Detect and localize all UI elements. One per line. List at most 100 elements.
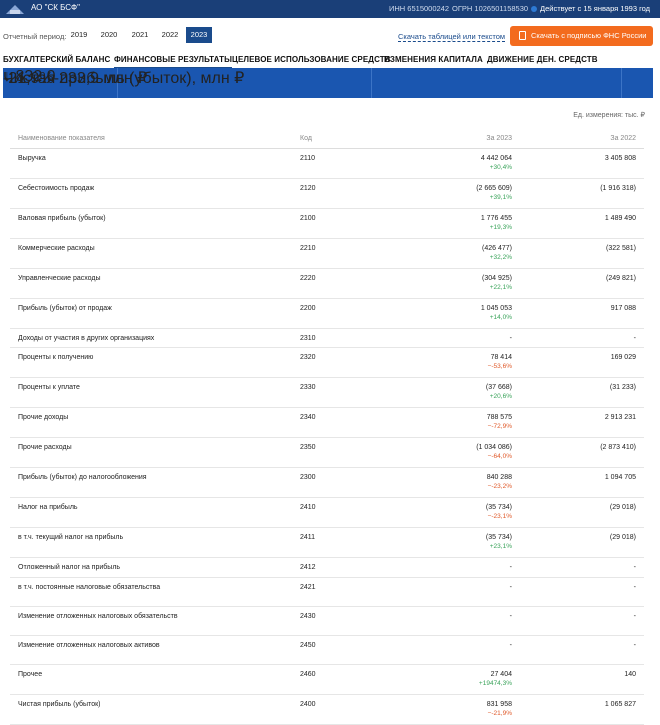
company-logo-icon[interactable]: [4, 2, 26, 16]
change-percent: −-72,9%: [487, 422, 512, 430]
row-value-2023: (35 734) +23,1%: [380, 527, 520, 558]
row-name: Проценты к получению: [10, 347, 300, 378]
row-code: 2330: [300, 377, 380, 408]
row-name: Прибыль (убыток) от продаж: [10, 298, 300, 329]
row-code: 2412: [300, 557, 380, 578]
table-header-row: Наименование показателя Код За 2023 За 2…: [10, 130, 644, 149]
row-value-2023: -: [380, 606, 520, 636]
value-2023: (304 925): [482, 274, 512, 282]
row-value-2022: 3 405 808: [520, 148, 644, 179]
value-2023: 27 404: [490, 670, 512, 678]
row-value-2023: (37 668) +20,6%: [380, 377, 520, 408]
value-2023: 4 442 064: [480, 154, 512, 162]
value-2023: -: [509, 334, 512, 342]
row-value-2022: (2 873 410): [520, 437, 644, 468]
change-percent: +30,4%: [489, 163, 512, 171]
arrow-down-icon: ↓: [3, 68, 11, 85]
table-row: Прочее 2460 27 404 +19474,3% 140: [10, 664, 644, 695]
header-2023: За 2023: [380, 130, 520, 149]
row-name: Прочие доходы: [10, 407, 300, 438]
period-label: Отчетный период:: [3, 32, 67, 41]
row-code: 2350: [300, 437, 380, 468]
row-code: 2320: [300, 347, 380, 378]
row-value-2022: -: [520, 635, 644, 665]
financial-results-table: Наименование показателя Код За 2023 За 2…: [10, 130, 644, 725]
net-profit-delta-abs: -233,9 млн ₽: [53, 70, 148, 87]
row-code: 2220: [300, 268, 380, 299]
row-value-2022: -: [520, 328, 644, 348]
change-percent: −-53,6%: [487, 362, 512, 370]
row-code: 2110: [300, 148, 380, 179]
row-name: Чистая прибыль (убыток): [10, 694, 300, 725]
year-2020[interactable]: 2020: [96, 27, 122, 43]
row-code: 2460: [300, 664, 380, 695]
table-row: Отложенный налог на прибыль 2412 - -: [10, 557, 644, 578]
table-row: Управленческие расходы 2220 (304 925) +22,1…: [10, 268, 644, 299]
tab-target-use[interactable]: ЦЕЛЕВОЕ ИСПОЛЬЗОВАНИЕ СРЕДСТВ: [232, 55, 391, 64]
table-row: Чистая прибыль (убыток) 2400 831 958 −-21,9…: [10, 694, 644, 725]
report-tabs: БУХГАЛТЕРСКИЙ БАЛАНС ФИНАНСОВЫЕ РЕЗУЛЬТА…: [0, 52, 660, 69]
row-code: 2411: [300, 527, 380, 558]
row-code: 2200: [300, 298, 380, 329]
row-code: 2120: [300, 178, 380, 209]
row-code: 2340: [300, 407, 380, 438]
value-2023: -: [509, 583, 512, 591]
row-name: Валовая прибыль (убыток): [10, 208, 300, 239]
row-code: 2100: [300, 208, 380, 239]
value-2023: 831 958: [486, 700, 512, 708]
table-row: Изменение отложенных налоговых обязатель…: [10, 606, 644, 636]
year-2021[interactable]: 2021: [127, 27, 153, 43]
value-2023: 840 288: [486, 473, 512, 481]
since-text: Действует с 15 января 1993 год: [540, 4, 651, 13]
download-signed-label: Скачать с подписью ФНС России: [531, 31, 647, 40]
row-value-2023: -: [380, 635, 520, 665]
row-code: 2430: [300, 606, 380, 636]
table-row: Валовая прибыль (убыток) 2100 1 776 455 +19…: [10, 208, 644, 239]
row-value-2022: 169 029: [520, 347, 644, 378]
value-2023: (2 665 609): [476, 184, 512, 192]
row-name: Отложенный налог на прибыль: [10, 557, 300, 578]
tab-cash-flow[interactable]: ДВИЖЕНИЕ ДЕН. СРЕДСТВ: [487, 55, 598, 64]
row-name: Себестоимость продаж: [10, 178, 300, 209]
tab-balance[interactable]: БУХГАЛТЕРСКИЙ БАЛАНС: [3, 55, 110, 64]
tab-financial-results[interactable]: ФИНАНСОВЫЕ РЕЗУЛЬТАТЫ: [114, 55, 233, 69]
year-2022[interactable]: 2022: [157, 27, 183, 43]
table-row: Проценты к получению 2320 78 414 −-53,6% 169…: [10, 347, 644, 378]
row-code: 2450: [300, 635, 380, 665]
download-table-link[interactable]: Скачать таблицей или текстом: [398, 32, 506, 42]
net-profit-number: 832,0: [15, 68, 56, 85]
table-row: Себестоимость продаж 2120 (2 665 609) +39,1…: [10, 178, 644, 209]
value-2023: (1 034 086): [476, 443, 512, 451]
change-percent: +22,1%: [489, 283, 512, 291]
row-name: в т.ч. постоянные налоговые обязательств…: [10, 577, 300, 607]
row-name: Коммерческие расходы: [10, 238, 300, 269]
value-2023: -: [509, 563, 512, 571]
row-value-2023: 27 404 +19474,3%: [380, 664, 520, 695]
change-percent: +19,3%: [489, 223, 512, 231]
table-row: Доходы от участия в других организациях 2…: [10, 328, 644, 348]
row-value-2022: 1 065 827: [520, 694, 644, 725]
row-value-2022: (1 916 318): [520, 178, 644, 209]
row-value-2022: (31 233): [520, 377, 644, 408]
row-value-2023: 78 414 −-53,6%: [380, 347, 520, 378]
header-name: Наименование показателя: [10, 130, 300, 149]
table-row: Выручка 2110 4 442 064 +30,4% 3 405 808: [10, 148, 644, 179]
row-name: Доходы от участия в других организациях: [10, 328, 300, 348]
tab-capital-changes[interactable]: ИЗМЕНЕНИЯ КАПИТАЛА: [384, 55, 483, 64]
status-active: Действует с 15 января 1993 год: [531, 4, 650, 13]
change-percent: +32,2%: [489, 253, 512, 261]
banner-cell-net-profit: [371, 68, 622, 98]
row-value-2022: (29 018): [520, 497, 644, 528]
ogrn-label: ОГРН 1026501158530: [452, 4, 529, 13]
year-2019[interactable]: 2019: [66, 27, 92, 43]
download-signed-button[interactable]: Скачать с подписью ФНС России: [510, 26, 653, 46]
value-2023: 1 045 053: [480, 304, 512, 312]
change-percent: −-23,2%: [487, 482, 512, 490]
top-bar: АО "СК БСФ" ИНН 6515000242 ОГРН 10265011…: [0, 0, 660, 18]
company-name[interactable]: АО "СК БСФ": [31, 3, 80, 12]
row-value-2023: (426 477) +32,2%: [380, 238, 520, 269]
row-value-2023: 788 575 −-72,9%: [380, 407, 520, 438]
year-2023[interactable]: 2023: [186, 27, 212, 43]
change-percent: +39,1%: [489, 193, 512, 201]
status-dot-icon: [531, 6, 537, 13]
